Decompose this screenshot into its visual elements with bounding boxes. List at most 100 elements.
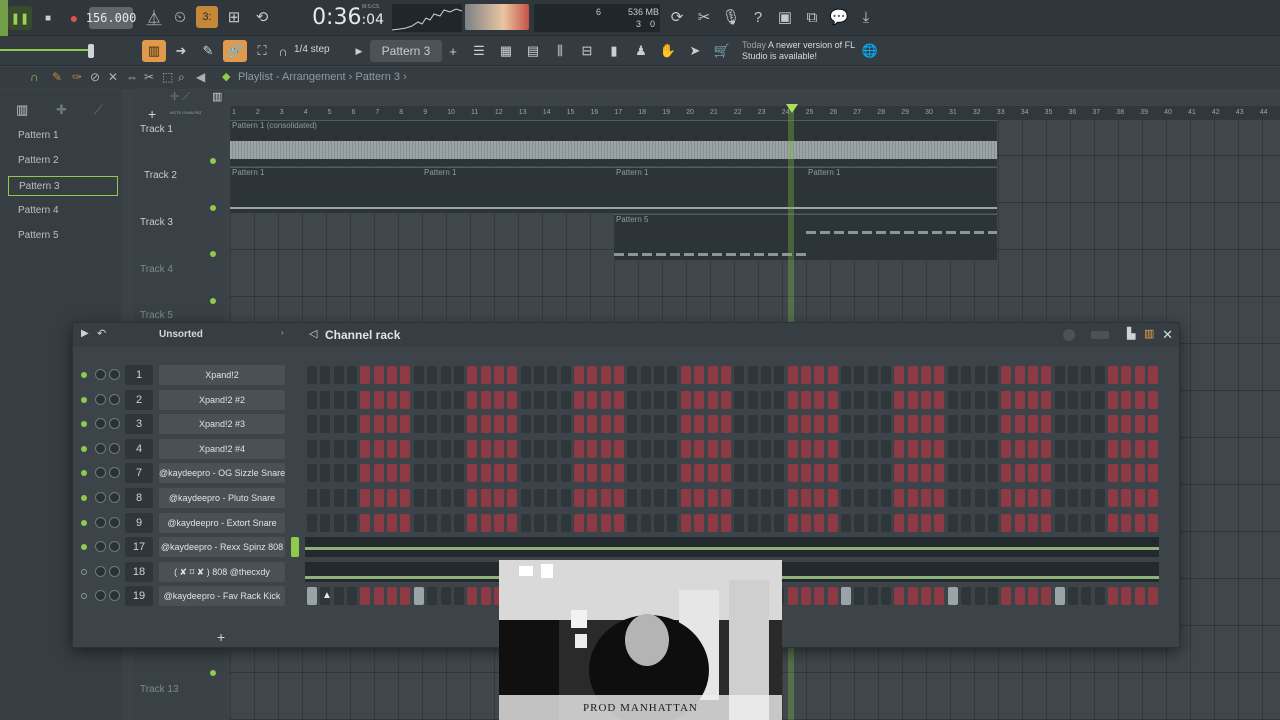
pattern-clip[interactable]: Pattern 5: [614, 214, 997, 260]
step-button[interactable]: [560, 415, 571, 434]
step-button[interactable]: [560, 390, 571, 409]
step-button[interactable]: [560, 513, 571, 532]
step-button[interactable]: [974, 489, 985, 507]
step-button[interactable]: [1027, 464, 1038, 483]
track-name[interactable]: Track 3: [140, 217, 173, 228]
step-button[interactable]: [841, 464, 851, 483]
step-button[interactable]: [1134, 489, 1145, 507]
step-button[interactable]: [320, 415, 331, 434]
step-button[interactable]: [1067, 366, 1078, 384]
track-enable-led[interactable]: [210, 298, 216, 304]
step-button[interactable]: [507, 464, 518, 483]
step-button[interactable]: [480, 489, 491, 507]
step-button[interactable]: [400, 587, 411, 606]
step-button[interactable]: [520, 489, 531, 507]
step-button[interactable]: [1121, 390, 1132, 409]
step-button[interactable]: [480, 439, 491, 458]
step-button[interactable]: [1148, 366, 1159, 384]
mute-icon[interactable]: ✕: [108, 70, 118, 84]
step-button[interactable]: [800, 390, 811, 409]
step-button[interactable]: [413, 390, 424, 409]
step-button[interactable]: [667, 439, 678, 458]
step-button[interactable]: [961, 464, 972, 483]
step-button[interactable]: [1134, 415, 1145, 434]
step-button[interactable]: [560, 464, 571, 483]
audio-clip-consolidated[interactable]: Pattern 1 (consolidated): [230, 120, 997, 166]
step-button[interactable]: [600, 513, 611, 532]
pattern-clip[interactable]: Pattern 1: [422, 167, 614, 213]
channel-mixer-track[interactable]: 1: [125, 365, 153, 385]
step-button[interactable]: [707, 366, 718, 384]
step-button[interactable]: [413, 587, 424, 606]
channel-volume-knob[interactable]: [95, 565, 106, 577]
step-button[interactable]: [827, 439, 838, 458]
step-button[interactable]: [747, 366, 758, 384]
step-button[interactable]: [587, 489, 598, 507]
step-button[interactable]: [1081, 489, 1092, 507]
step-button[interactable]: [987, 513, 998, 532]
step-button[interactable]: [1094, 366, 1105, 384]
pattern-list-item[interactable]: Pattern 4: [8, 201, 118, 221]
step-button[interactable]: [493, 439, 504, 458]
step-button[interactable]: [961, 439, 972, 458]
step-button[interactable]: [667, 464, 678, 483]
channel-mixer-track[interactable]: 3: [125, 414, 153, 435]
step-button[interactable]: [1148, 415, 1159, 434]
step-button[interactable]: [333, 415, 344, 434]
step-button[interactable]: [1108, 390, 1118, 409]
step-button[interactable]: [453, 513, 464, 532]
step-button[interactable]: [854, 415, 865, 434]
channel-pan-knob[interactable]: [109, 541, 120, 553]
step-button[interactable]: [467, 464, 478, 483]
step-button[interactable]: [440, 415, 451, 434]
master-volume-slider[interactable]: [0, 0, 8, 36]
step-sequencer-icon[interactable]: ▥: [1144, 327, 1154, 340]
step-button[interactable]: [921, 587, 932, 606]
audio-icon[interactable]: ✚: [56, 102, 67, 118]
step-button[interactable]: [974, 439, 985, 458]
step-button[interactable]: [694, 464, 705, 483]
step-button[interactable]: [387, 390, 398, 409]
step-button[interactable]: [894, 415, 905, 434]
tempo-display[interactable]: 156.000: [86, 7, 136, 29]
step-button[interactable]: [467, 366, 478, 384]
step-button[interactable]: [961, 489, 972, 507]
step-button[interactable]: [533, 439, 544, 458]
step-button[interactable]: [894, 587, 905, 606]
step-button[interactable]: [1081, 464, 1092, 483]
step-button[interactable]: [320, 464, 331, 483]
channel-select-indicator[interactable]: [291, 537, 299, 558]
channel-volume-knob[interactable]: [95, 516, 106, 528]
step-button[interactable]: [507, 415, 518, 434]
step-button[interactable]: [440, 390, 451, 409]
channel-name-button[interactable]: @kaydeepro - Fav Rack Kick: [159, 586, 285, 607]
channel-name-button[interactable]: @kaydeepro - Pluto Snare: [159, 488, 285, 508]
rack-menu-icon[interactable]: ▶: [81, 328, 89, 339]
step-button[interactable]: [640, 439, 651, 458]
channel-pan-knob[interactable]: [109, 492, 120, 503]
playlist-ruler[interactable]: 1 2 3 4 5 6 7 8 9 10 11 12 13 14 15 16 17 18 19 20 21 22 23 24 2…: [230, 106, 1280, 120]
step-button[interactable]: [627, 489, 638, 507]
step-button[interactable]: [881, 489, 892, 507]
step-button[interactable]: [520, 390, 531, 409]
step-button[interactable]: [320, 366, 331, 384]
step-button[interactable]: [333, 587, 344, 606]
step-button[interactable]: [480, 513, 491, 532]
step-button[interactable]: [1121, 464, 1132, 483]
step-button[interactable]: [547, 390, 558, 409]
step-button[interactable]: [694, 513, 705, 532]
tools-icon[interactable]: ✂: [693, 6, 715, 28]
step-button[interactable]: [934, 439, 945, 458]
step-button[interactable]: [800, 513, 811, 532]
select-icon[interactable]: ⬚: [162, 70, 173, 84]
zoom-icon[interactable]: ⌕: [178, 70, 185, 85]
step-button[interactable]: [707, 439, 718, 458]
step-button[interactable]: [841, 513, 851, 532]
step-button[interactable]: [787, 464, 798, 483]
news-panel[interactable]: Today A newer version of FL Studio is av…: [742, 40, 862, 62]
step-button[interactable]: [574, 489, 584, 507]
plugin-icon[interactable]: ⧉: [801, 6, 823, 28]
step-edit-icon[interactable]: ⊞: [223, 6, 245, 28]
step-button[interactable]: [333, 489, 344, 507]
step-button[interactable]: [427, 587, 438, 606]
